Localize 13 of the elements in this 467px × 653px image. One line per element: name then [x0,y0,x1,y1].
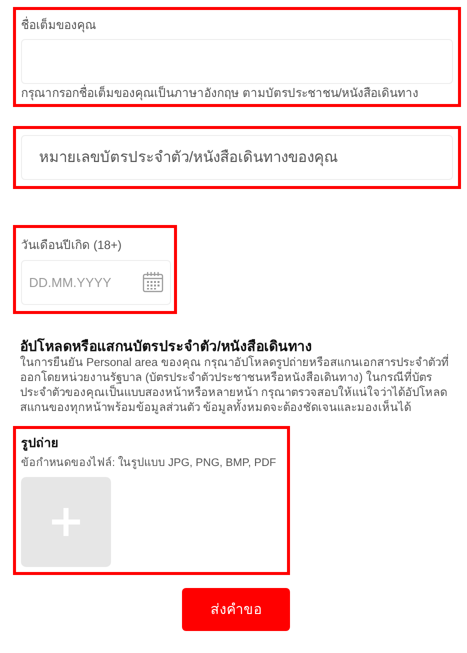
calendar-icon[interactable] [142,271,164,293]
input-field[interactable]: หมายเลขบัตรประจำตัว/หนังสือเดินทางของคุณ [21,135,453,180]
upload-label: รูปถ่าย [21,435,59,452]
upload-tile[interactable] [21,477,111,567]
date-field[interactable]: DD.MM.YYYY [21,260,171,305]
field-label: วันเดือนปีเกิด (18+) [21,237,123,254]
section-description: ในการยืนยัน Personal area ของคุณ กรุณาอัปโหลดรูปถ่ายหรือสแกนเอกสารประจำตัวที่ออกโดยหน่วยงานรัฐบาล (บัตรประจำตัวประชาชนหรือหนังสือเดินทาง) ในกรณีที่บัตรประจำตัวของคุณเป็นแบบสองหน้าหรือหลายหน้า กรุณาตรวจสอบให้แน่ใจว่าได้อัปโหลดสแกนของทุกหน้าพร้อมข้อมูลส่วนตัว ข้อมูลทั้งหมดจะต้องชัดเจนและมองเห็นได้ [20,356,460,416]
field-label: ชื่อเต็มของคุณ [21,16,97,34]
submit-button[interactable]: ส่งคำขอ [182,588,290,631]
section-heading: อัปโหลดหรือแสกนบัตรประจำตัว/หนังสือเดินทาง [20,337,313,354]
plus-icon [52,508,80,536]
field-hint: กรุณากรอกชื่อเต็มของคุณเป็นภาษาอังกฤษ ตามบัตรประชาชน/หนังสือเดินทาง [21,85,420,101]
file-requirements: ข้อกำหนดของไฟล์: ในรูปแบบ JPG, PNG, BMP, PDF [21,455,276,471]
